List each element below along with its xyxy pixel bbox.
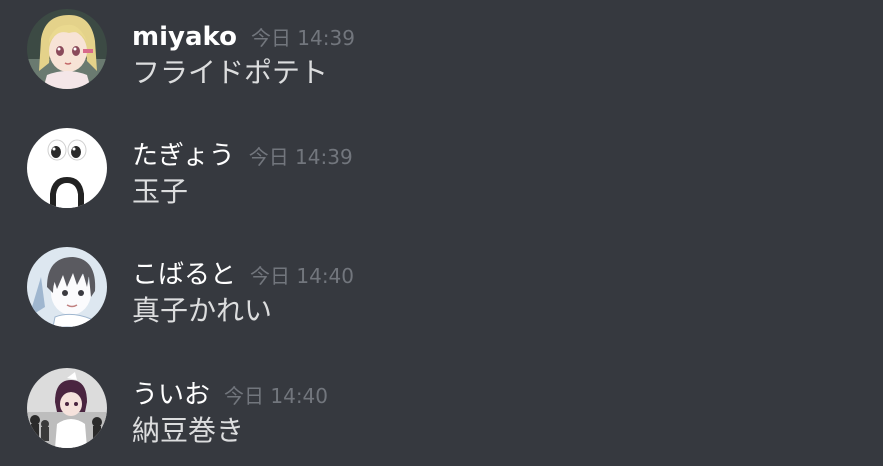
user-avatar[interactable] — [27, 9, 107, 89]
timestamp: 今日 14:39 — [250, 26, 355, 50]
chat-message: こばると 今日 14:40 真子かれい — [0, 238, 883, 348]
anime-boy-dark-hair-avatar-icon — [27, 247, 107, 327]
anime-girl-purple-hair-avatar-icon — [27, 368, 107, 448]
user-avatar[interactable] — [27, 128, 107, 208]
timestamp: 今日 14:39 — [248, 145, 353, 169]
username[interactable]: miyako — [132, 19, 237, 55]
message-text: 納豆巻き — [132, 414, 245, 447]
message-header: こばると 今日 14:40 — [132, 257, 354, 293]
chat-message: ういお 今日 14:40 納豆巻き — [0, 356, 883, 466]
googly-eyes-face-avatar-icon — [27, 128, 107, 208]
message-text: 真子かれい — [132, 294, 273, 327]
user-avatar[interactable] — [27, 368, 107, 448]
message-header: たぎょう 今日 14:39 — [132, 138, 353, 174]
username[interactable]: たぎょう — [132, 138, 235, 174]
chat-message: たぎょう 今日 14:39 玉子 — [0, 119, 883, 229]
message-text: 玉子 — [132, 175, 189, 208]
user-avatar[interactable] — [27, 247, 107, 327]
anime-girl-blonde-avatar-icon — [27, 9, 107, 89]
message-header: miyako 今日 14:39 — [132, 19, 355, 55]
chat-message: miyako 今日 14:39 フライドポテト — [0, 0, 883, 110]
message-text: フライドポテト — [132, 56, 329, 89]
message-header: ういお 今日 14:40 — [132, 377, 328, 413]
username[interactable]: こばると — [132, 257, 236, 293]
username[interactable]: ういお — [132, 377, 210, 413]
timestamp: 今日 14:40 — [224, 384, 329, 408]
timestamp: 今日 14:40 — [250, 264, 355, 288]
